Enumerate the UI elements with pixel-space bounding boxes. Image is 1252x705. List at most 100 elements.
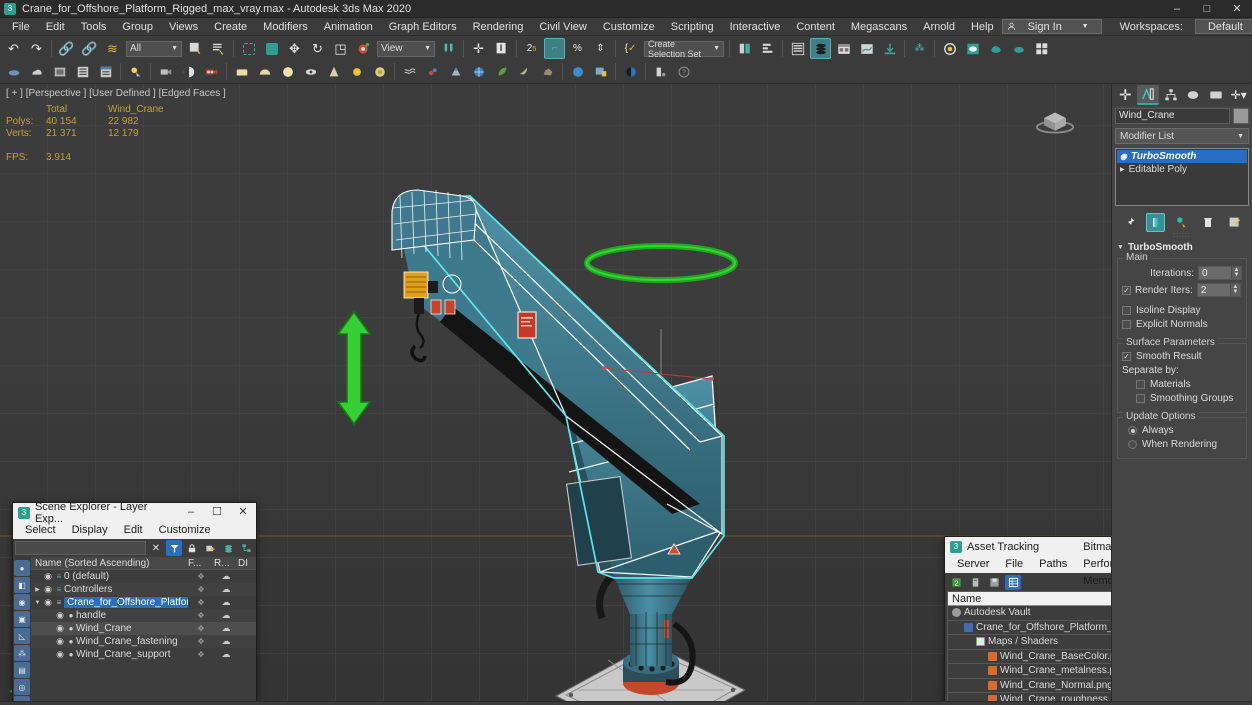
angle-snap-icon[interactable]: ⌐ [544, 38, 565, 59]
lights-icon[interactable]: ◉ [14, 594, 30, 610]
iterations-input[interactable] [1199, 267, 1231, 279]
menu-item-help[interactable]: Help [963, 18, 1002, 36]
show-end-result-icon[interactable] [1146, 212, 1166, 232]
filter-icon[interactable] [166, 540, 182, 556]
visibility-eye-icon[interactable]: ◉ [54, 610, 66, 621]
hierarchy-tab-icon[interactable] [1159, 85, 1182, 105]
explicit-normals-checkbox[interactable] [1122, 320, 1131, 329]
hierarchy-icon[interactable] [238, 540, 254, 556]
list-item[interactable]: ◉ ● Wind_Crane ✥ ☁ [31, 622, 256, 635]
smoothing-groups-checkbox[interactable] [1136, 394, 1145, 403]
display-tab-icon[interactable] [1205, 85, 1228, 105]
spinner-snap-icon[interactable]: ⇕ [590, 38, 611, 59]
pin-stack-icon[interactable] [1120, 213, 1139, 232]
se-menu-select[interactable]: Select [17, 522, 64, 539]
coin-icon[interactable] [369, 61, 390, 82]
configure-modifier-sets-icon[interactable] [1225, 213, 1244, 232]
visibility-eye-icon[interactable]: ◉ [42, 584, 54, 595]
frozen-icon[interactable]: ✥ [188, 572, 214, 581]
at-menu-bitmap-performance[interactable]: Bitmap Performance and Memory [1075, 539, 1111, 590]
object-color-swatch[interactable] [1233, 108, 1249, 124]
close-button[interactable]: ✕ [230, 503, 256, 522]
render-icon[interactable]: ☁ [214, 623, 238, 634]
edit-named-selection-sets-icon[interactable]: {✓ [620, 38, 641, 59]
visibility-eye-icon[interactable]: ◉ [54, 623, 66, 634]
table-row[interactable]: Wind_Crane_roughness.png Found [948, 693, 1111, 701]
isoline-display-checkbox[interactable] [1122, 306, 1131, 315]
workspace-dropdown[interactable]: Default ▼ [1194, 19, 1252, 34]
table-row[interactable]: Crane_for_Offshore_Platform_Rigged_max_v… [948, 621, 1111, 635]
list-item[interactable]: ◉ ● Wind_Crane_fastening ✥ ☁ [31, 635, 256, 648]
leaf-icon[interactable] [491, 61, 512, 82]
menu-item-content[interactable]: Content [788, 18, 843, 36]
render-icon[interactable]: ☁ [214, 649, 238, 660]
when-rendering-row[interactable]: When Rendering [1122, 439, 1242, 450]
frozen-icon[interactable]: ✥ [188, 650, 214, 659]
column-name[interactable]: Name (Sorted Ascending) [35, 558, 188, 569]
materials-row[interactable]: Materials [1122, 379, 1242, 390]
explicit-normals-row[interactable]: Explicit Normals [1122, 319, 1242, 330]
groups-icon[interactable]: ▤ [14, 662, 30, 678]
se-menu-customize[interactable]: Customize [151, 522, 219, 539]
perspective-viewport[interactable]: [ + ] [Perspective ] [User Defined ] [Ed… [0, 84, 1112, 701]
use-pivot-center-icon[interactable] [438, 38, 459, 59]
bird-icon[interactable] [514, 61, 535, 82]
lock-icon[interactable] [184, 540, 200, 556]
iterations-spinner[interactable]: ▲▼ [1198, 266, 1242, 280]
se-menu-edit[interactable]: Edit [116, 522, 151, 539]
menu-item-views[interactable]: Views [161, 18, 206, 36]
menu-item-arnold[interactable]: Arnold [915, 18, 963, 36]
menu-item-megascans[interactable]: Megascans [843, 18, 915, 36]
maximize-button[interactable]: ☐ [204, 503, 230, 522]
menu-item-group[interactable]: Group [114, 18, 161, 36]
render-icon[interactable]: ☁ [214, 571, 238, 582]
list-item[interactable]: ◉ ● Wind_Crane_support ✥ ☁ [31, 648, 256, 661]
view-cube-icon[interactable] [1027, 98, 1083, 138]
table-row[interactable]: Wind_Crane_metalness.png Found [948, 664, 1111, 679]
table-row[interactable]: Maps / Shaders [948, 635, 1111, 650]
menu-item-civil-view[interactable]: Civil View [531, 18, 594, 36]
layers-icon[interactable] [220, 540, 236, 556]
scene-explorer-window[interactable]: 3 Scene Explorer - Layer Exp... – ☐ ✕ Se… [12, 501, 257, 701]
material-editor-icon[interactable] [939, 38, 960, 59]
at-menu-paths[interactable]: Paths [1031, 556, 1075, 573]
eye-icon[interactable] [300, 61, 321, 82]
render-iters-checkbox[interactable]: ✓ [1122, 285, 1131, 295]
menu-item-animation[interactable]: Animation [316, 18, 381, 36]
menu-item-create[interactable]: Create [206, 18, 255, 36]
curve-editor-icon[interactable] [856, 38, 877, 59]
spinner-arrows-icon[interactable]: ▲ ▼ [1229, 284, 1240, 296]
atom-icon[interactable] [422, 61, 443, 82]
geometry-icon[interactable]: ◧ [14, 577, 30, 593]
window-crossing-icon[interactable] [261, 38, 282, 59]
list-2-icon[interactable] [95, 61, 116, 82]
at-menu-file[interactable]: File [997, 556, 1031, 573]
column-frozen[interactable]: F... [188, 558, 214, 569]
visibility-eye-icon[interactable]: ◉ [54, 636, 66, 647]
at-menu-server[interactable]: Server [949, 556, 997, 573]
render-icon[interactable]: ☁ [214, 610, 238, 621]
menu-item-rendering[interactable]: Rendering [465, 18, 532, 36]
rock-icon[interactable] [537, 61, 558, 82]
bar-icon[interactable] [650, 61, 671, 82]
remove-modifier-icon[interactable] [1199, 213, 1218, 232]
open-file-icon[interactable] [967, 575, 983, 590]
make-unique-icon[interactable] [1172, 213, 1191, 232]
visibility-eye-icon[interactable]: ◉ [42, 571, 54, 582]
xrefs-icon[interactable]: ◎ [14, 679, 30, 695]
table-row[interactable]: Autodesk Vault Logged... [948, 606, 1111, 621]
helpers-icon[interactable]: ◺ [14, 628, 30, 644]
render-red-icon[interactable] [201, 61, 222, 82]
select-object-icon[interactable] [185, 38, 206, 59]
render-in-cloud-icon[interactable] [1031, 38, 1052, 59]
menu-item-graph-editors[interactable]: Graph Editors [381, 18, 465, 36]
modifier-stack[interactable]: ◉ TurboSmooth ▶ Editable Poly [1115, 148, 1249, 206]
scene-explorer-search-input[interactable] [15, 541, 146, 555]
smooth-result-checkbox[interactable]: ✓ [1122, 352, 1131, 361]
dome-icon[interactable] [254, 61, 275, 82]
panel-resize-handle[interactable]: :::::: [1112, 232, 1252, 239]
isoline-display-row[interactable]: Isoline Display [1122, 305, 1242, 316]
expander-icon[interactable]: ▼ [33, 600, 42, 606]
bones-icon[interactable]: ✎ [14, 696, 30, 701]
render-icon[interactable]: ☁ [214, 597, 238, 608]
